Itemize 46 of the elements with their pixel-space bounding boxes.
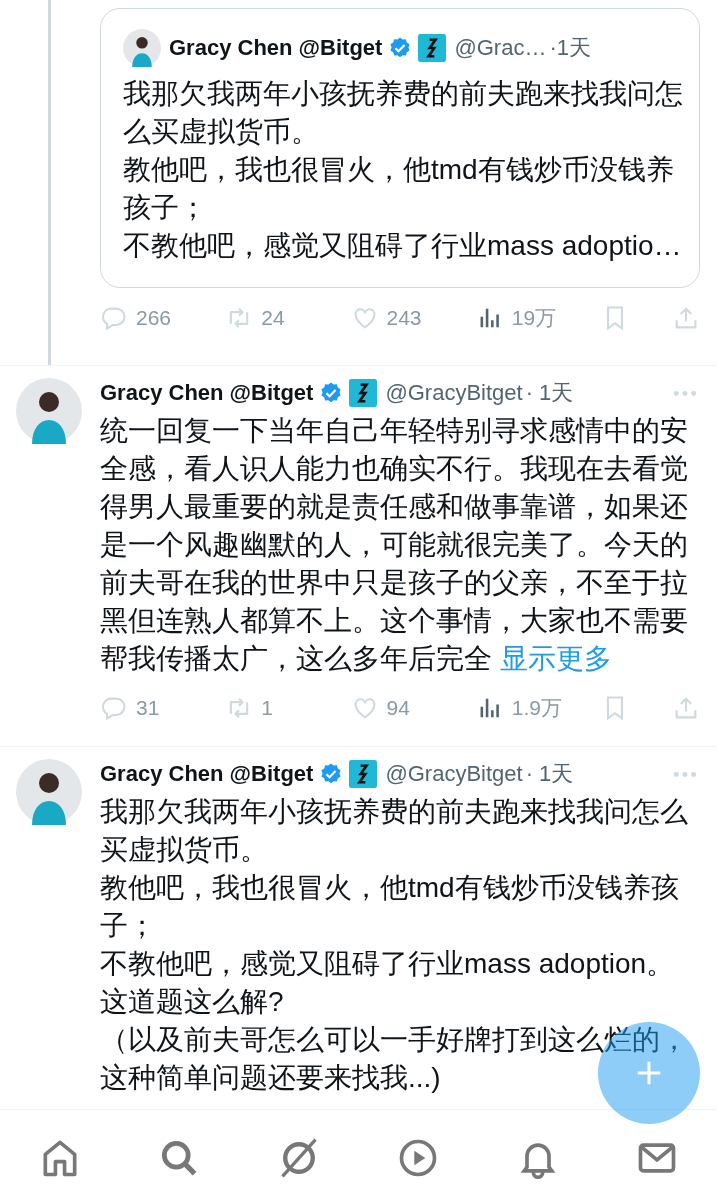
avatar [123, 29, 161, 67]
like-button[interactable]: 94 [350, 694, 476, 722]
repost-count: 24 [261, 306, 285, 330]
post-time: ·1天 [549, 34, 591, 62]
avatar [16, 759, 82, 825]
post-text: 这道题这么解? [100, 985, 284, 1019]
verified-badge-icon [388, 36, 413, 60]
user-handle: @GracyBitget [385, 761, 523, 787]
author-name: Gracy Chen @Bitget [100, 761, 314, 787]
post-text: 我那欠我两年小孩抚养费的前夫跑来找我问怎么买虚拟货币。 [123, 77, 684, 149]
company-logo-icon [349, 760, 378, 788]
post-text: 教他吧，我也很冒火，他tmd有钱炒币没钱养孩子； [100, 871, 680, 943]
author-name: Gracy Chen @Bitget [169, 35, 383, 61]
repost-button[interactable]: 24 [225, 304, 351, 332]
verified-badge-icon [319, 381, 344, 405]
like-count: 94 [386, 696, 410, 720]
post-time: · 1天 [525, 760, 574, 788]
repost-button[interactable]: 1 [225, 694, 351, 722]
post-text: （以及前夫哥怎么可以一手好牌打到这么烂的， [100, 1023, 688, 1057]
reply-count: 266 [136, 306, 172, 330]
show-more-link[interactable]: 显示更多 [499, 643, 612, 674]
post-text: 统一回复一下当年自己年轻特别寻求感情中的安全感，看人识人能力也确实不行。我现在去看觉得男人最重要的就是责任感和做事靠谱，如果还是一个风趣幽默的人，可能就很完美了。今天的前夫哥在我的世界中只是孩子的父亲，不至于拉黑但连熟人都算不上。这个事情，大家也不需要帮我传播太广，这么多年后完全 显示更多 [100, 414, 689, 676]
post-text: 教他吧，我也很冒火，他tmd有钱炒币没钱养孩子； [123, 153, 675, 225]
verified-badge-icon [319, 762, 344, 786]
view-count: 19万 [511, 305, 557, 331]
views-button[interactable]: 19万 [475, 304, 601, 332]
quoted-post-card[interactable]: Gracy Chen @Bitget @Grac…·1天 我那欠我两年小孩抚养费的前夫跑来找我问怎么买虚拟货币。 教他吧，我也很冒火，他tmd有钱炒币没钱养孩子； 不教他吧，感觉又阻碍了行业mass adoptio… [100, 8, 700, 288]
post-time: · 1天 [525, 379, 574, 407]
like-button[interactable]: 243 [350, 304, 476, 332]
repost-count: 1 [261, 696, 273, 720]
post-text: 我那欠我两年小孩抚养费的前夫跑来找我问怎么买虚拟货币。 [100, 795, 689, 867]
user-handle: @Grac… [454, 35, 547, 61]
reply-button[interactable]: 31 [100, 694, 226, 722]
post-text: 不教他吧，感觉又阻碍了行业mass adoptio… [123, 229, 682, 263]
like-count: 243 [386, 306, 422, 330]
view-count: 1.9万 [511, 695, 562, 721]
company-logo-icon [349, 379, 378, 407]
avatar [16, 378, 82, 444]
reply-count: 31 [136, 696, 160, 720]
post-text: 这种简单问题还要来找我...) [100, 1061, 441, 1095]
post-text: 不教他吧，感觉又阻碍了行业mass adoption。 [100, 947, 675, 981]
views-button[interactable]: 1.9万 [475, 694, 601, 722]
reply-button[interactable]: 266 [100, 304, 226, 332]
company-logo-icon [418, 34, 447, 62]
author-name: Gracy Chen @Bitget [100, 380, 314, 406]
user-handle: @GracyBitget [385, 380, 523, 406]
